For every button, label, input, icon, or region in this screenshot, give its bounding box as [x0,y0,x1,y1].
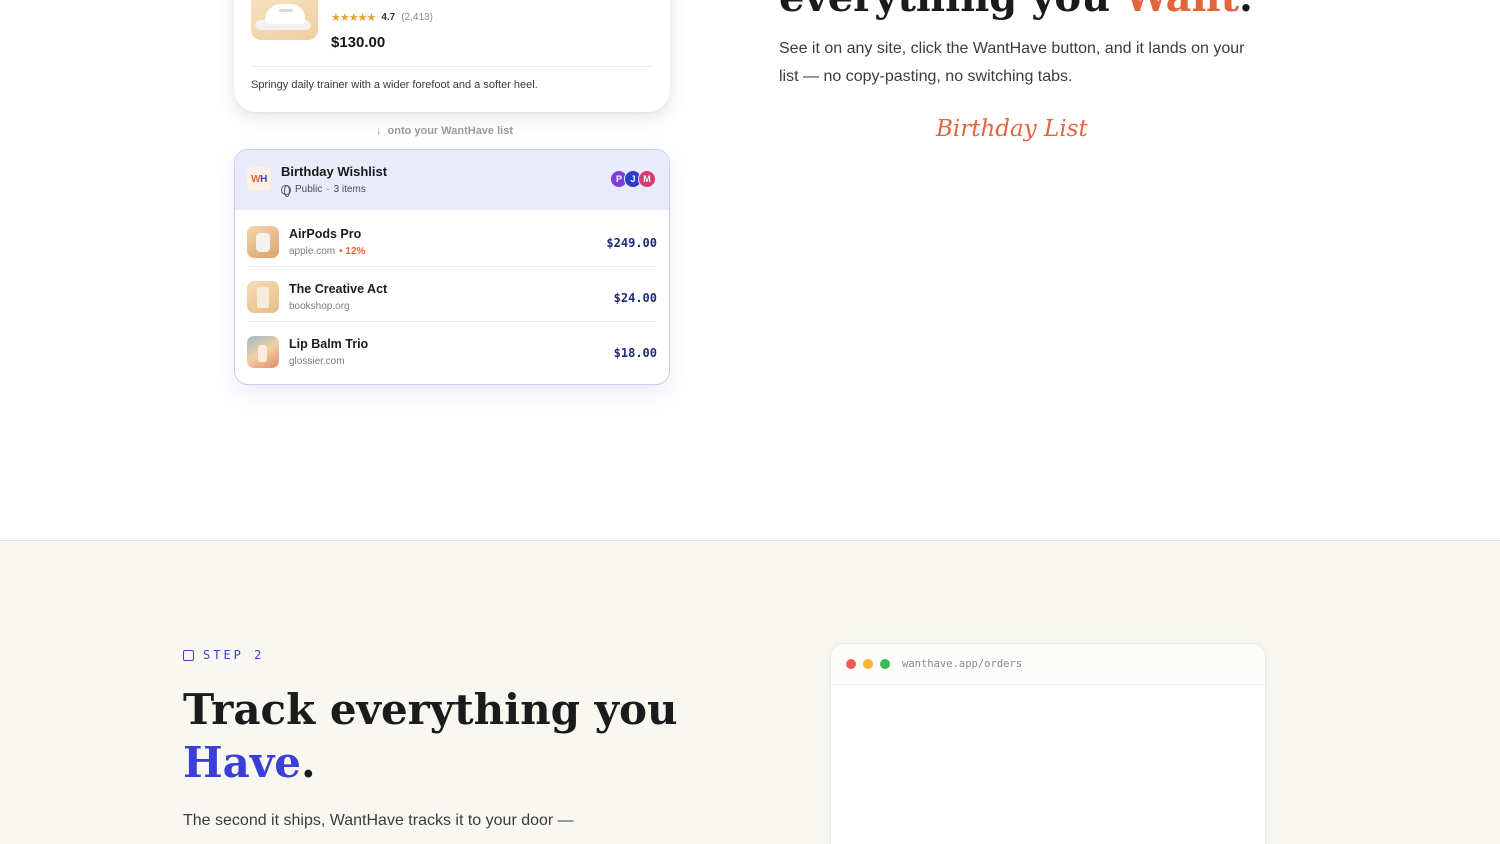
flow-note: ↓ onto your WantHave list [376,125,513,137]
meta-separator: · [326,184,330,195]
wishlist-visibility: Public [295,184,323,195]
item-thumbnail [247,336,279,368]
have-section: STEP 2 Track everything you Have. The se… [0,540,1500,844]
want-section: ★★★★★ 4.7 (2,413) $130.00 Springy daily … [0,0,1500,540]
section-description: See it on any site, click the WantHave b… [779,40,1245,85]
wanthave-logo-icon: WH [247,167,271,191]
item-domain: glossier.com [289,356,345,367]
item-price: $24.00 [613,291,657,305]
close-dot-icon [846,659,856,669]
product-description: Springy daily trainer with a wider foref… [251,79,538,91]
shoe-thumbnail [251,0,318,40]
section-description: The second it ships, WantHave tracks it … [183,812,574,829]
step-label: STEP 2 [183,648,264,662]
wishlist-title: Birthday Wishlist [281,164,388,179]
price-drop-badge: • 12% [339,246,366,257]
step-square-icon [183,649,194,661]
section-heading: everything you Want. [779,0,1253,21]
review-count: (2,413) [401,12,433,23]
item-domain: apple.com • 12% [289,246,366,257]
wishlist-item[interactable]: AirPods Pro apple.com • 12% $249.00 [247,212,657,267]
rating-row: ★★★★★ 4.7 (2,413) [331,11,433,24]
wishlist-header: WH Birthday Wishlist Public · 3 items P … [235,150,669,210]
browser-mockup: wanthave.app/orders [830,643,1266,844]
wishlist-item[interactable]: The Creative Act bookshop.org $24.00 [247,267,657,322]
item-name: Lip Balm Trio [289,337,369,351]
item-name: AirPods Pro [289,227,362,241]
item-thumbnail [247,226,279,258]
birthday-list-label: Birthday List [936,116,1088,142]
wishlist-count: 3 items [333,184,366,195]
item-price: $18.00 [613,346,657,360]
flow-note-text: onto your WantHave list [387,125,514,137]
arrow-down-icon: ↓ [376,125,382,137]
product-price: $130.00 [331,34,386,51]
wishlist-meta: Public · 3 items [281,184,366,197]
minimize-dot-icon [863,659,873,669]
item-price: $249.00 [606,236,657,250]
browser-url: wanthave.app/orders [902,658,1023,670]
wishlist-item[interactable]: Lip Balm Trio glossier.com $18.00 [247,322,657,377]
product-card[interactable]: ★★★★★ 4.7 (2,413) $130.00 Springy daily … [234,0,670,112]
step-text: STEP 2 [203,648,265,662]
avatar[interactable]: M [638,170,656,188]
wishlist-card[interactable]: WH Birthday Wishlist Public · 3 items P … [234,149,670,385]
section-heading: Track everything you Have. [183,685,678,787]
star-rating-icon: ★★★★★ [331,12,376,24]
item-name: The Creative Act [289,282,388,296]
browser-toolbar: wanthave.app/orders [831,644,1265,685]
maximize-dot-icon [880,659,890,669]
collaborator-avatars[interactable]: P J M [610,170,656,188]
rating-value: 4.7 [381,12,396,23]
item-domain: bookshop.org [289,301,350,312]
item-thumbnail [247,281,279,313]
globe-icon [281,184,291,197]
divider [251,66,653,67]
